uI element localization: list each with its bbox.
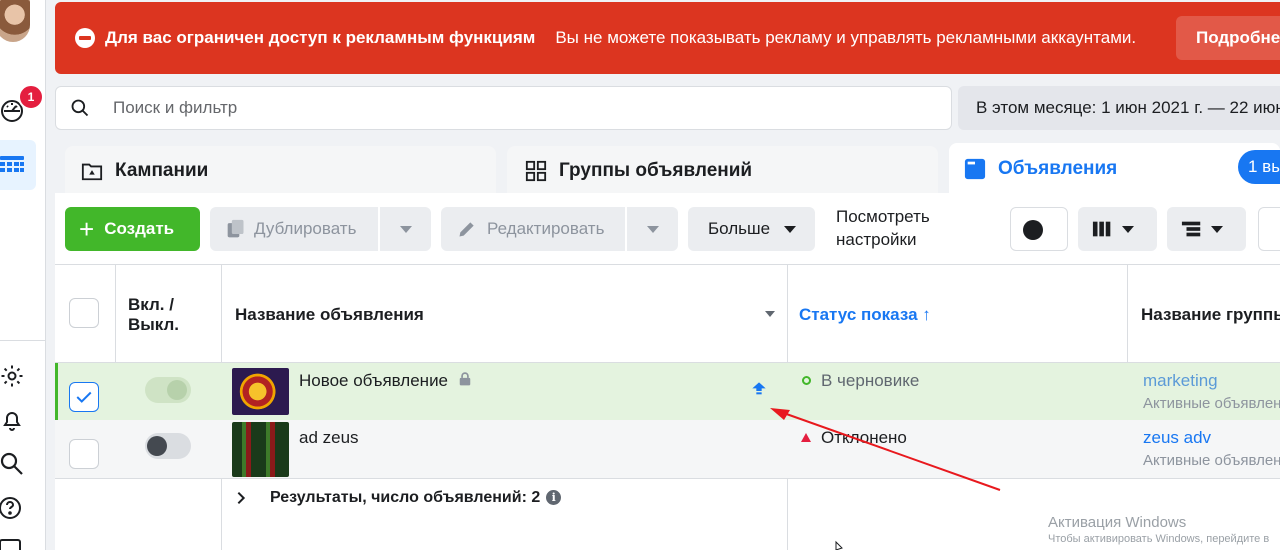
duplicate-icon: [227, 219, 244, 238]
column-header-ad-set-name[interactable]: Название группы: [1141, 305, 1280, 325]
search-filter-bar[interactable]: Поиск и фильтр: [55, 86, 952, 130]
ad-name[interactable]: ad zeus: [299, 428, 359, 448]
tab-ad-sets[interactable]: Группы объявлений: [507, 146, 938, 196]
draft-status-icon: [802, 376, 811, 385]
help-icon[interactable]: [0, 496, 24, 520]
reports-button[interactable]: [1258, 207, 1280, 251]
date-range-picker[interactable]: В этом месяце: 1 июн 2021 г. — 22 июн: [958, 86, 1280, 130]
ad-name[interactable]: Новое объявление: [299, 371, 448, 391]
notification-badge: 1: [18, 84, 44, 110]
results-summary-label: Результаты, число объявлений: 2: [270, 489, 541, 506]
folder-icon: [81, 163, 103, 181]
columns-button[interactable]: [1078, 207, 1157, 251]
breakdown-icon: [1181, 221, 1201, 237]
selected-count-pill[interactable]: 1 вы: [1238, 150, 1280, 184]
gear-icon[interactable]: [0, 364, 24, 388]
avatar[interactable]: [0, 0, 30, 42]
tab-ads[interactable]: Объявления: [949, 143, 1280, 195]
ad-set-link[interactable]: zeus adv: [1143, 428, 1211, 448]
ad-set-substatus: Активные объявлен: [1143, 452, 1280, 469]
ad-set-link[interactable]: marketing: [1143, 371, 1218, 391]
more-button[interactable]: Больше: [688, 207, 815, 251]
report-icon[interactable]: [0, 538, 24, 550]
toggle-knob: [167, 380, 187, 400]
view-settings-link[interactable]: Посмотреть настройки: [836, 205, 956, 251]
minus-circle-icon: [75, 28, 95, 48]
row-checkbox[interactable]: [69, 382, 99, 412]
column-header-toggle[interactable]: Вкл. / Выкл.: [128, 295, 208, 335]
breakdown-button[interactable]: [1167, 207, 1246, 251]
ad-thumbnail: [232, 368, 289, 415]
ads-icon: [964, 158, 986, 180]
windows-activation-subtitle: Чтобы активировать Windows, перейдите в: [1048, 533, 1270, 545]
table-row-border: [55, 478, 1280, 479]
tab-campaigns-label: Кампании: [115, 160, 209, 181]
delivery-status: Отклонено: [821, 428, 907, 447]
banner-message: Вы не можете показывать рекламу и управл…: [555, 28, 1137, 47]
results-summary: Результаты, число объявлений: 2 i: [270, 489, 562, 507]
bell-icon[interactable]: [0, 408, 24, 432]
create-button[interactable]: + Создать: [65, 207, 200, 251]
ad-set-substatus: Активные объявлен: [1143, 395, 1280, 412]
more-button-label: Больше: [708, 219, 771, 238]
ad-thumbnail: [232, 422, 289, 477]
edit-button[interactable]: Редактировать: [441, 207, 625, 251]
chevron-down-icon: [784, 225, 797, 233]
chevron-down-icon: [646, 225, 659, 233]
publish-icon[interactable]: [751, 381, 767, 397]
plus-icon: +: [79, 214, 95, 244]
search-icon: [71, 99, 89, 117]
chevron-right-icon[interactable]: [233, 490, 249, 506]
left-sidebar: 1: [0, 0, 46, 550]
edit-dropdown[interactable]: [627, 207, 678, 251]
search-icon[interactable]: [0, 452, 24, 476]
row-checkbox[interactable]: [69, 439, 99, 469]
sort-up-arrow-icon: ↑: [922, 305, 931, 324]
banner-title: Для вас ограничен доступ к рекламным фун…: [105, 28, 536, 47]
windows-activation-title: Активация Windows: [1048, 514, 1187, 531]
tab-ads-label: Объявления: [998, 158, 1118, 179]
learn-more-button[interactable]: Подробнее: [1176, 16, 1280, 60]
rejected-status-icon: [801, 433, 811, 442]
lock-icon: [459, 372, 471, 386]
duplicate-button-label: Дублировать: [254, 219, 357, 238]
tab-ad-sets-label: Группы объявлений: [559, 160, 753, 181]
create-button-label: Создать: [104, 219, 175, 238]
duplicate-button[interactable]: Дублировать: [210, 207, 378, 251]
chevron-down-icon: [1211, 225, 1223, 233]
search-input[interactable]: Поиск и фильтр: [113, 98, 237, 118]
restriction-banner: Для вас ограничен доступ к рекламным фун…: [55, 2, 1280, 74]
info-icon[interactable]: i: [546, 490, 562, 505]
checkmark-icon: [76, 391, 92, 403]
chevron-down-icon: [399, 225, 412, 233]
column-header-ad-name[interactable]: Название объявления: [235, 305, 424, 325]
status-header-label: Статус показа: [799, 305, 918, 324]
view-settings-toggle[interactable]: [1010, 207, 1068, 251]
columns-icon: [1092, 221, 1111, 237]
chevron-down-icon: [1122, 225, 1134, 233]
grid-icon[interactable]: [0, 153, 24, 177]
column-header-delivery-status[interactable]: Статус показа ↑: [799, 305, 931, 325]
duplicate-dropdown[interactable]: [380, 207, 431, 251]
edit-button-label: Редактировать: [487, 219, 605, 238]
row-toggle-switch[interactable]: [145, 377, 191, 403]
delivery-status: В черновике: [821, 371, 920, 390]
row-toggle-switch[interactable]: [145, 433, 191, 459]
pencil-icon: [459, 222, 474, 237]
sidebar-divider: [0, 340, 46, 341]
toggle-knob: [147, 436, 167, 456]
table-top-border: [55, 264, 1280, 265]
tab-campaigns[interactable]: Кампании: [65, 146, 496, 196]
sort-dropdown-icon[interactable]: [765, 311, 775, 317]
ad-sets-icon: [525, 160, 547, 182]
toggle-knob: [1023, 220, 1043, 240]
select-all-checkbox[interactable]: [69, 298, 99, 328]
